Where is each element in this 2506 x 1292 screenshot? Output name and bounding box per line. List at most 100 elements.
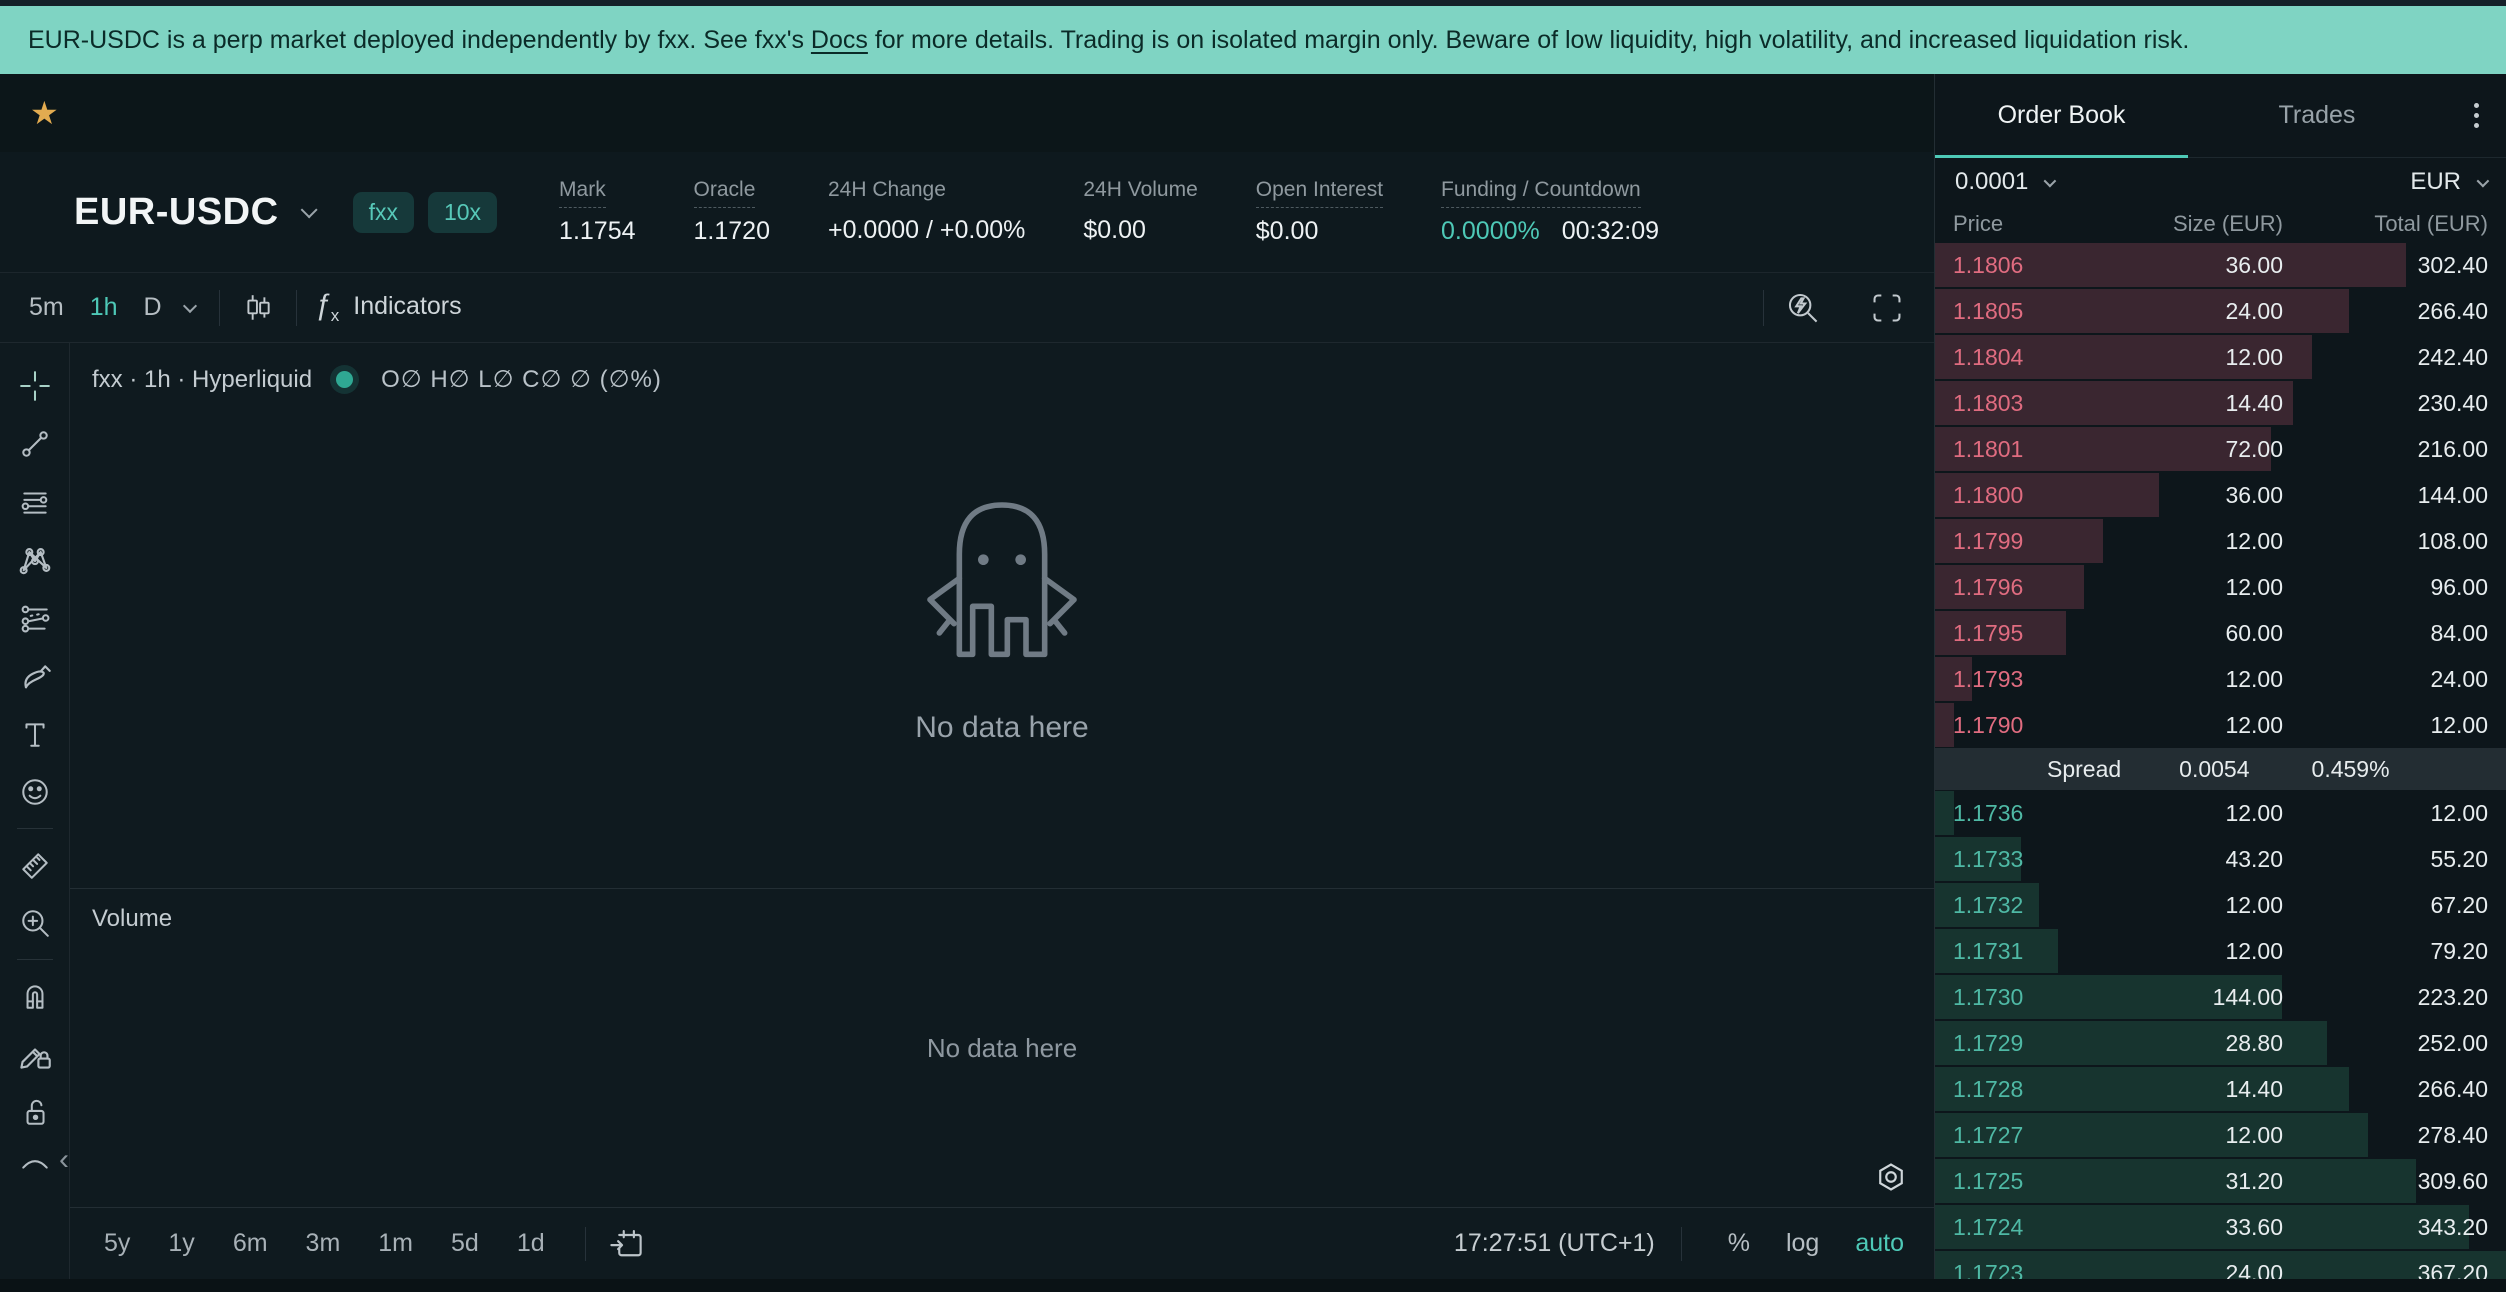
legend-text: fxx · 1h · Hyperliquid bbox=[92, 366, 312, 394]
stat-mark: Mark1.1754 bbox=[559, 178, 635, 246]
ask-price: 1.1803 bbox=[1953, 390, 2103, 417]
interval-button-1h[interactable]: 1h bbox=[77, 287, 131, 328]
stat-value: $0.00 bbox=[1256, 217, 1319, 246]
range-button-1m[interactable]: 1m bbox=[378, 1229, 413, 1258]
no-data-text: No data here bbox=[915, 711, 1088, 745]
ask-row[interactable]: 1.179012.0012.00 bbox=[1935, 702, 2506, 748]
bid-row[interactable]: 1.172712.00278.40 bbox=[1935, 1112, 2506, 1158]
ask-row[interactable]: 1.180314.40230.40 bbox=[1935, 380, 2506, 426]
ask-row[interactable]: 1.179560.0084.00 bbox=[1935, 610, 2506, 656]
unit-dropdown-chevron-icon[interactable] bbox=[2477, 174, 2490, 187]
ask-total: 96.00 bbox=[2283, 574, 2488, 601]
candlestick-style-icon[interactable] bbox=[238, 288, 278, 328]
brush-icon[interactable] bbox=[7, 647, 63, 705]
bid-row[interactable]: 1.172433.60343.20 bbox=[1935, 1204, 2506, 1250]
range-button-5d[interactable]: 5d bbox=[451, 1229, 479, 1258]
ask-row[interactable]: 1.180172.00216.00 bbox=[1935, 426, 2506, 472]
ask-total: 230.40 bbox=[2283, 390, 2488, 417]
scale-button-percent[interactable]: % bbox=[1728, 1229, 1750, 1258]
eye-icon[interactable] bbox=[7, 1141, 63, 1175]
tick-size-select[interactable]: 0.0001 bbox=[1955, 168, 2028, 196]
ask-row[interactable]: 1.180036.00144.00 bbox=[1935, 472, 2506, 518]
bid-row[interactable]: 1.172531.20309.60 bbox=[1935, 1158, 2506, 1204]
ask-row[interactable]: 1.180524.00266.40 bbox=[1935, 288, 2506, 334]
ask-row[interactable]: 1.180412.00242.40 bbox=[1935, 334, 2506, 380]
zoom-in-icon[interactable] bbox=[7, 894, 63, 952]
range-button-1y[interactable]: 1y bbox=[168, 1229, 194, 1258]
indicators-button[interactable]: ƒx Indicators bbox=[315, 289, 462, 326]
ask-price: 1.1806 bbox=[1953, 252, 2103, 279]
interval-button-5m[interactable]: 5m bbox=[16, 287, 77, 328]
bid-price: 1.1733 bbox=[1953, 846, 2103, 873]
ask-total: 108.00 bbox=[2283, 528, 2488, 555]
symbol-badges: fxx10x bbox=[353, 192, 497, 233]
favorite-star-icon[interactable]: ★ bbox=[30, 94, 59, 132]
settings-gear-icon[interactable] bbox=[1874, 1160, 1908, 1199]
ask-row[interactable]: 1.180636.00302.40 bbox=[1935, 242, 2506, 288]
bid-price: 1.1732 bbox=[1953, 892, 2103, 919]
text-tool-icon[interactable] bbox=[7, 705, 63, 763]
scale-button-auto[interactable]: auto bbox=[1855, 1229, 1904, 1258]
range-button-5y[interactable]: 5y bbox=[104, 1229, 130, 1258]
ask-row[interactable]: 1.179312.0024.00 bbox=[1935, 656, 2506, 702]
range-button-6m[interactable]: 6m bbox=[233, 1229, 268, 1258]
bid-row[interactable]: 1.172324.00367.20 bbox=[1935, 1250, 2506, 1279]
tick-dropdown-chevron-icon[interactable] bbox=[2044, 174, 2057, 187]
bid-row[interactable]: 1.173212.0067.20 bbox=[1935, 882, 2506, 928]
trend-line-icon[interactable] bbox=[7, 415, 63, 473]
kebab-menu-icon[interactable] bbox=[2446, 103, 2506, 128]
symbol-name[interactable]: EUR-USDC bbox=[74, 191, 279, 234]
fullscreen-icon[interactable] bbox=[1866, 287, 1908, 329]
range-button-3m[interactable]: 3m bbox=[306, 1229, 341, 1258]
volume-no-data-text: No data here bbox=[927, 1033, 1077, 1064]
ask-size: 14.40 bbox=[2103, 390, 2283, 417]
quick-search-icon[interactable] bbox=[1782, 287, 1824, 329]
tab-trades[interactable]: Trades bbox=[2188, 101, 2446, 130]
bid-total: 343.20 bbox=[2283, 1214, 2488, 1241]
symbol-header: EUR-USDC fxx10x Mark1.1754Oracle1.172024… bbox=[0, 152, 1934, 272]
stat-value: 1.1720 bbox=[694, 217, 770, 246]
price-pane[interactable]: fxx · 1h · Hyperliquid O∅ H∅ L∅ C∅ ∅ (∅%… bbox=[70, 343, 1934, 888]
interval-button-D[interactable]: D bbox=[131, 287, 175, 328]
badge-fxx: fxx bbox=[353, 192, 414, 233]
clock[interactable]: 17:27:51 (UTC+1) bbox=[1454, 1229, 1655, 1258]
docs-link[interactable]: Docs bbox=[811, 26, 868, 54]
range-button-1d[interactable]: 1d bbox=[517, 1229, 545, 1258]
lock-all-icon[interactable] bbox=[7, 1083, 63, 1141]
bid-row[interactable]: 1.173343.2055.20 bbox=[1935, 836, 2506, 882]
crosshair-icon[interactable] bbox=[7, 357, 63, 415]
ruler-icon[interactable] bbox=[7, 836, 63, 894]
collapse-toolbar-chevron-icon[interactable]: ‹ bbox=[59, 1143, 69, 1177]
bid-size: 33.60 bbox=[2103, 1214, 2283, 1241]
ask-row[interactable]: 1.179912.00108.00 bbox=[1935, 518, 2506, 564]
xabcd-pattern-icon[interactable] bbox=[7, 531, 63, 589]
interval-dropdown-chevron-icon[interactable] bbox=[183, 298, 197, 312]
orderbook-rows: 1.180636.00302.401.180524.00266.401.1804… bbox=[1935, 242, 2506, 1279]
bid-row[interactable]: 1.172928.80252.00 bbox=[1935, 1020, 2506, 1066]
ask-row[interactable]: 1.179612.0096.00 bbox=[1935, 564, 2506, 610]
scale-button-log[interactable]: log bbox=[1786, 1229, 1819, 1258]
fib-retracement-icon[interactable] bbox=[7, 473, 63, 531]
volume-pane[interactable]: Volume No data here bbox=[70, 889, 1934, 1207]
tab-order-book[interactable]: Order Book bbox=[1935, 101, 2188, 130]
bid-row[interactable]: 1.1730144.00223.20 bbox=[1935, 974, 2506, 1020]
bid-row[interactable]: 1.173612.0012.00 bbox=[1935, 790, 2506, 836]
goto-date-icon[interactable] bbox=[608, 1226, 644, 1262]
ask-price: 1.1796 bbox=[1953, 574, 2103, 601]
stat-value: $0.00 bbox=[1083, 216, 1146, 245]
symbol-dropdown-chevron-icon[interactable] bbox=[300, 201, 317, 218]
magnet-icon[interactable] bbox=[7, 967, 63, 1025]
stat-label: Open Interest bbox=[1256, 178, 1383, 208]
col-price: Price bbox=[1953, 211, 2103, 237]
fx-indicators-icon: ƒx bbox=[315, 289, 340, 326]
projection-icon[interactable] bbox=[7, 589, 63, 647]
bid-price: 1.1729 bbox=[1953, 1030, 2103, 1057]
bid-row[interactable]: 1.173112.0079.20 bbox=[1935, 928, 2506, 974]
unit-select[interactable]: EUR bbox=[2410, 168, 2461, 196]
legend-ohlc: O∅ H∅ L∅ C∅ ∅ (∅%) bbox=[381, 365, 662, 394]
bid-row[interactable]: 1.172814.40266.40 bbox=[1935, 1066, 2506, 1112]
bid-price: 1.1730 bbox=[1953, 984, 2103, 1011]
ask-size: 60.00 bbox=[2103, 620, 2283, 647]
emoji-icon[interactable] bbox=[7, 763, 63, 821]
drawing-lock-icon[interactable] bbox=[7, 1025, 63, 1083]
